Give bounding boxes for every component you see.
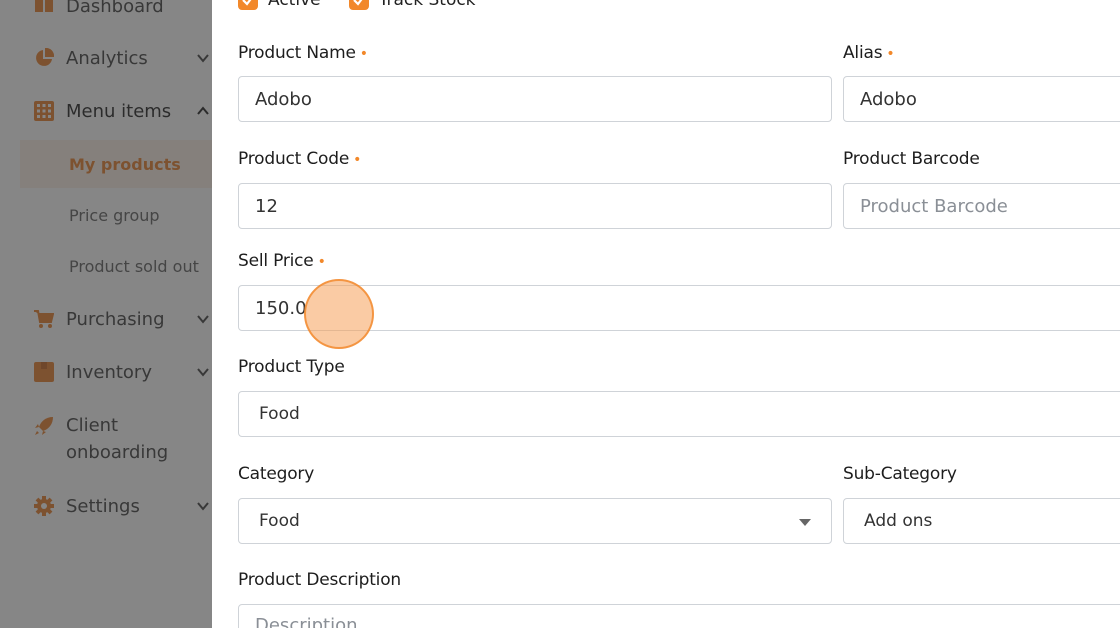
dropdown-caret-icon [799,519,811,526]
category-select[interactable]: Food [238,498,832,544]
sidebar-item-client-onboarding[interactable]: Client onboarding [0,412,214,468]
sidebar-item-label: Dashboard [66,0,164,17]
alias-label: Alias • [843,43,895,63]
sidebar-item-purchasing[interactable]: Purchasing [0,306,214,332]
sidebar-item-analytics[interactable]: Analytics [0,45,214,71]
track-stock-checkbox[interactable] [348,0,369,10]
chevron-down-icon [197,315,209,324]
sub-category-label: Sub-Category [843,464,957,484]
sidebar-subitem-price-group[interactable]: Price group [20,191,214,239]
chevron-down-icon [197,54,209,63]
sell-price-label-text: Sell Price [238,251,314,271]
rocket-icon [35,417,53,435]
alias-label-text: Alias [843,43,883,63]
sidebar-item-inventory[interactable]: Inventory [0,359,214,385]
sidebar-item-settings[interactable]: Settings [0,493,214,519]
cart-icon [34,310,54,328]
box-icon [34,362,54,382]
product-code-label: Product Code • [238,149,361,169]
chevron-down-icon [197,502,209,511]
active-checkbox-label: Active [268,0,321,10]
sidebar-item-menu-items[interactable]: Menu items [0,98,214,124]
product-barcode-label: Product Barcode [843,149,980,169]
sell-price-input[interactable]: 150.0 [238,285,1120,331]
chevron-up-icon [197,106,209,115]
product-name-input[interactable]: Adobo [238,76,832,122]
product-description-label: Product Description [238,570,401,590]
required-mark: • [353,152,362,168]
sidebar-item-label: Menu items [66,100,172,122]
sidebar-subitem-product-sold-out[interactable]: Product sold out [20,242,214,290]
sidebar-item-label: Settings [66,495,140,517]
required-mark: • [317,254,326,270]
product-name-label: Product Name • [238,43,368,63]
required-mark: • [886,46,895,62]
check-icon [242,0,252,6]
sidebar-subitem-my-products[interactable]: My products [20,140,214,188]
sidebar-item-dashboard[interactable]: Dashboard [0,0,214,18]
check-icon [352,0,362,6]
sidebar-item-label-line2: onboarding [66,442,169,463]
grid-icon [34,101,54,121]
sidebar-item-label: Analytics [66,47,148,69]
form-checkboxes: Active Track Stock [238,0,494,10]
sidebar-item-label: Inventory [66,361,152,383]
product-code-label-text: Product Code [238,149,350,169]
track-stock-checkbox-label: Track Stock [378,0,476,10]
sidebar-item-label: Purchasing [66,308,165,330]
product-barcode-input[interactable]: Product Barcode [843,183,1120,229]
gear-icon [34,496,54,516]
product-description-textarea[interactable]: Description [238,604,1120,628]
product-form-panel: Active Track Stock Product Name • Adobo A… [212,0,1120,628]
product-type-label: Product Type [238,357,345,377]
sell-price-label: Sell Price • [238,251,326,271]
sidebar: Dashboard Analytics Menu items My produc… [0,0,214,628]
pie-chart-icon [36,48,54,66]
alias-input[interactable]: Adobo [843,76,1120,122]
sub-category-select[interactable]: Add ons [843,498,1120,544]
category-select-value: Food [259,511,300,531]
product-name-label-text: Product Name [238,43,356,63]
dashboard-icon [35,0,53,12]
sidebar-item-label: Client onboarding [66,412,168,466]
required-mark: • [359,46,368,62]
category-label: Category [238,464,315,484]
active-checkbox[interactable] [238,0,258,10]
sidebar-item-label-line1: Client [66,415,119,436]
product-code-input[interactable]: 12 [238,183,832,229]
chevron-down-icon [197,368,209,377]
product-type-select[interactable]: Food [238,391,1120,437]
